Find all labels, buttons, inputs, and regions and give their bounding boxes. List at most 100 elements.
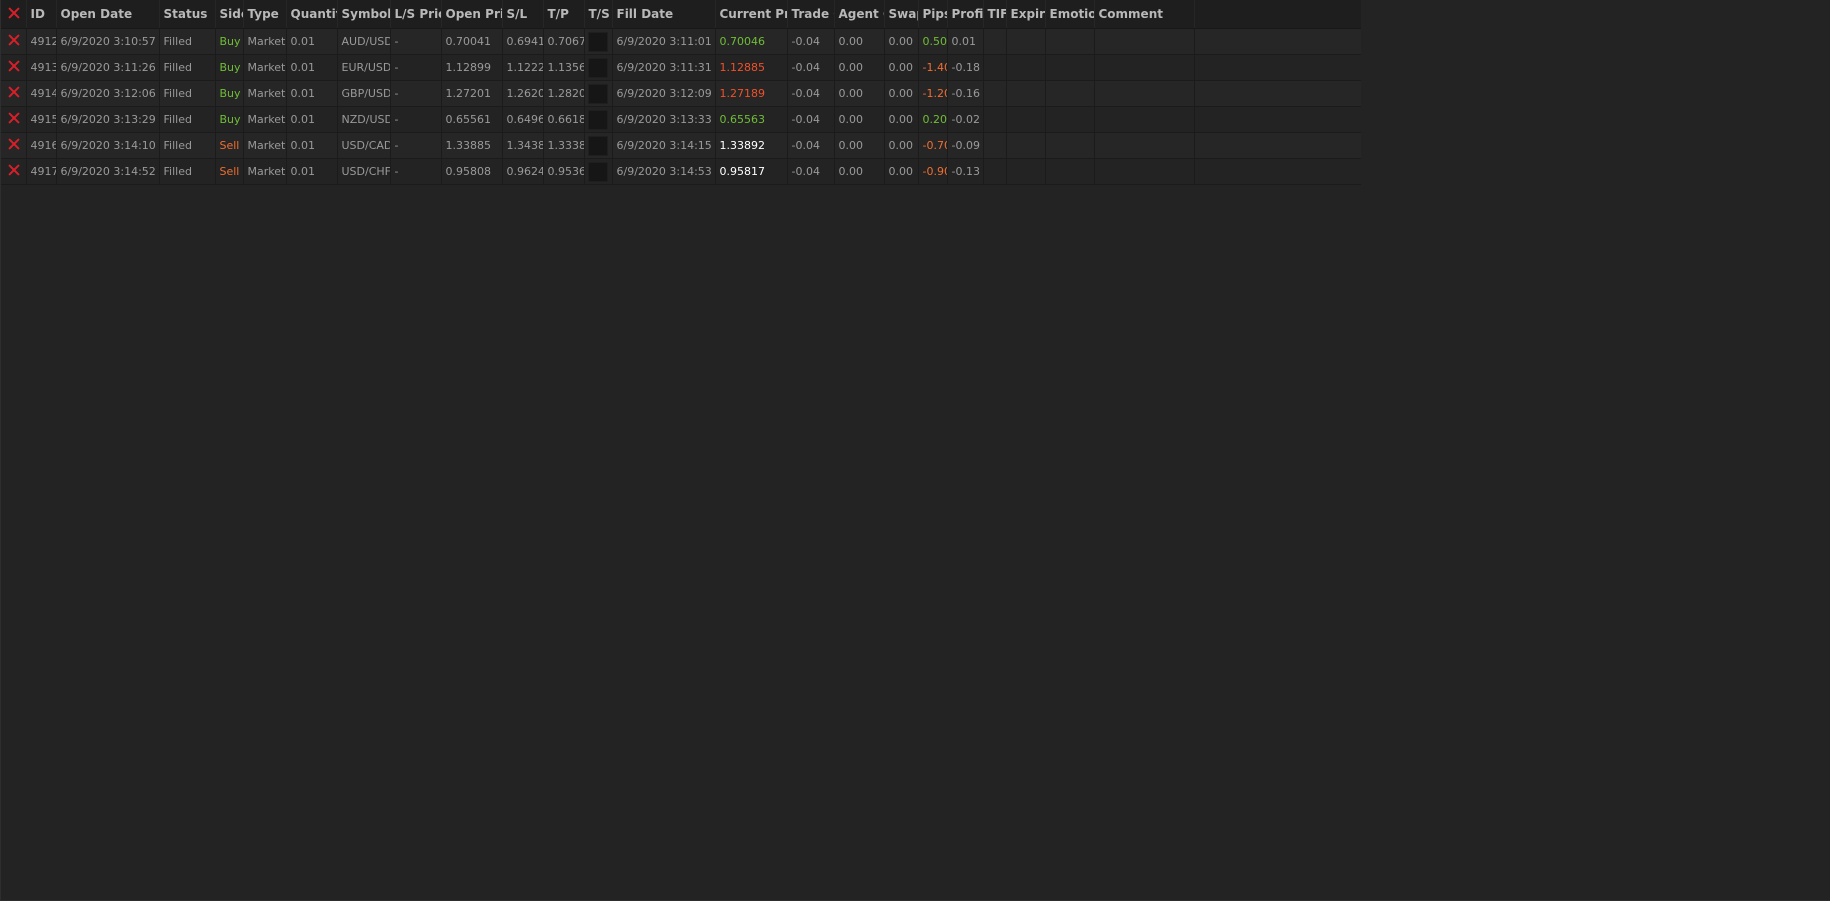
close-icon[interactable] <box>7 6 21 20</box>
close-position-cell[interactable] <box>1 132 27 159</box>
column-header-comment[interactable]: Comment <box>1094 0 1195 29</box>
column-header-side[interactable]: Side <box>215 0 244 29</box>
cell-comment[interactable] <box>1094 80 1195 107</box>
column-header-ls-price[interactable]: L/S Price <box>390 0 442 29</box>
cell-ts[interactable] <box>584 80 613 107</box>
cell-trade-c: -0.04 <box>787 80 835 107</box>
cell-quantity[interactable]: 0.01 <box>286 54 338 81</box>
cell-sl[interactable]: 1.26200 <box>502 80 544 107</box>
column-header-tif[interactable]: TIF <box>983 0 1007 29</box>
trailing-stop-field[interactable] <box>587 57 608 78</box>
column-header-sl[interactable]: S/L <box>502 0 544 29</box>
cell-emotion[interactable] <box>1045 132 1095 159</box>
cell-tp[interactable]: 1.13569 <box>543 54 585 81</box>
cell-quantity[interactable]: 0.01 <box>286 28 338 55</box>
cell-sl[interactable]: 1.12229 <box>502 54 544 81</box>
cell-emotion[interactable] <box>1045 28 1095 55</box>
cell-quantity[interactable]: 0.01 <box>286 132 338 159</box>
close-all-header[interactable] <box>1 0 27 29</box>
close-icon[interactable] <box>7 59 21 73</box>
column-header-pips[interactable]: Pips <box>918 0 948 29</box>
cell-quantity[interactable]: 0.01 <box>286 106 338 133</box>
cell-type: Market <box>243 132 287 159</box>
trailing-stop-field[interactable] <box>587 161 608 182</box>
cell-current-price: 0.70046 <box>715 28 788 55</box>
cell-emotion[interactable] <box>1045 106 1095 133</box>
cell-expiry <box>1006 28 1046 55</box>
cell-quantity[interactable]: 0.01 <box>286 80 338 107</box>
cell-emotion[interactable] <box>1045 54 1095 81</box>
close-position-cell[interactable] <box>1 28 27 55</box>
cell-expiry <box>1006 106 1046 133</box>
close-icon[interactable] <box>7 163 21 177</box>
cell-sl[interactable]: 0.69411 <box>502 28 544 55</box>
column-header-trade-c[interactable]: Trade C. <box>787 0 835 29</box>
cell-tp[interactable]: 0.70671 <box>543 28 585 55</box>
cell-comment[interactable] <box>1094 28 1195 55</box>
column-header-expiry[interactable]: Expiry <box>1006 0 1046 29</box>
cell-tif <box>983 28 1007 55</box>
column-header-status[interactable]: Status <box>159 0 216 29</box>
cell-tp[interactable]: 1.33386 <box>543 132 585 159</box>
cell-sl[interactable]: 0.96247 <box>502 158 544 185</box>
column-header-type[interactable]: Type <box>243 0 287 29</box>
cell-comment[interactable] <box>1094 54 1195 81</box>
cell-tif <box>983 132 1007 159</box>
cell-comment[interactable] <box>1094 158 1195 185</box>
cell-tp[interactable]: 1.28200 <box>543 80 585 107</box>
column-header-quantity[interactable]: Quantity <box>286 0 338 29</box>
column-header-tp[interactable]: T/P <box>543 0 585 29</box>
cell-ts[interactable] <box>584 158 613 185</box>
table-row[interactable]: 4915 6/9/2020 3:13:29 AM Filled Buy Mark… <box>1 106 1361 133</box>
column-header-open-date[interactable]: Open Date <box>56 0 160 29</box>
column-header-profit[interactable]: Profit <box>947 0 984 29</box>
column-header-id[interactable]: ID <box>26 0 57 29</box>
trailing-stop-field[interactable] <box>587 83 608 104</box>
table-row[interactable]: 4912 6/9/2020 3:10:57 AM Filled Buy Mark… <box>1 28 1361 55</box>
column-header-fill-date[interactable]: Fill Date <box>612 0 716 29</box>
table-row[interactable]: 4913 6/9/2020 3:11:26 AM Filled Buy Mark… <box>1 54 1361 81</box>
trailing-stop-field[interactable] <box>587 109 608 130</box>
cell-tp[interactable]: 0.95367 <box>543 158 585 185</box>
column-header-symbol[interactable]: Symbol <box>337 0 391 29</box>
column-header-agent-c[interactable]: Agent C. <box>834 0 885 29</box>
cell-quantity[interactable]: 0.01 <box>286 158 338 185</box>
cell-ts[interactable] <box>584 106 613 133</box>
close-position-cell[interactable] <box>1 54 27 81</box>
close-position-cell[interactable] <box>1 106 27 133</box>
cell-swap: 0.00 <box>884 28 919 55</box>
cell-open-date: 6/9/2020 3:12:06 AM <box>56 80 160 107</box>
close-icon[interactable] <box>7 137 21 151</box>
close-icon[interactable] <box>7 111 21 125</box>
table-row[interactable]: 4917 6/9/2020 3:14:52 AM Filled Sell Mar… <box>1 158 1361 185</box>
column-header-open-price[interactable]: Open Price <box>441 0 503 29</box>
close-icon[interactable] <box>7 33 21 47</box>
cell-pips: 0.20 <box>918 106 948 133</box>
column-header-emotion[interactable]: Emotion <box>1045 0 1095 29</box>
cell-ts[interactable] <box>584 28 613 55</box>
cell-emotion[interactable] <box>1045 80 1095 107</box>
row-filler <box>1194 106 1361 133</box>
table-row[interactable]: 4916 6/9/2020 3:14:10 AM Filled Sell Mar… <box>1 132 1361 159</box>
cell-tp[interactable]: 0.66180 <box>543 106 585 133</box>
cell-type: Market <box>243 80 287 107</box>
close-icon[interactable] <box>7 85 21 99</box>
close-position-cell[interactable] <box>1 80 27 107</box>
cell-sl[interactable]: 0.64960 <box>502 106 544 133</box>
cell-ts[interactable] <box>584 54 613 81</box>
row-filler <box>1194 54 1361 81</box>
trailing-stop-field[interactable] <box>587 135 608 156</box>
column-header-current-price[interactable]: Current Price <box>715 0 788 29</box>
column-header-ts[interactable]: T/S <box>584 0 613 29</box>
trailing-stop-field[interactable] <box>587 31 608 52</box>
close-position-cell[interactable] <box>1 158 27 185</box>
cell-sl[interactable]: 1.34386 <box>502 132 544 159</box>
cell-comment[interactable] <box>1094 132 1195 159</box>
cell-ts[interactable] <box>584 132 613 159</box>
column-header-swap[interactable]: Swap <box>884 0 919 29</box>
table-row[interactable]: 4914 6/9/2020 3:12:06 AM Filled Buy Mark… <box>1 80 1361 107</box>
cell-comment[interactable] <box>1094 106 1195 133</box>
cell-side: Sell <box>215 158 244 185</box>
cell-emotion[interactable] <box>1045 158 1095 185</box>
cell-swap: 0.00 <box>884 54 919 81</box>
